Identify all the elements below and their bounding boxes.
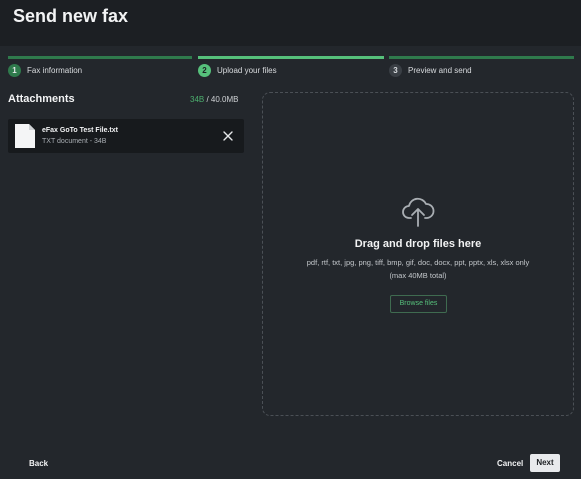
step-upload-files[interactable]: 2 Upload your files [198, 56, 384, 82]
remove-attachment-button[interactable] [220, 128, 236, 144]
dropzone-title: Drag and drop files here [354, 238, 482, 250]
size-used: 34B [190, 95, 205, 104]
size-limit: / 40.0MB [204, 95, 239, 104]
step-number: 3 [389, 64, 402, 77]
step-number: 1 [8, 64, 21, 77]
step-progress-bar [8, 56, 192, 59]
document-icon [15, 124, 35, 148]
step-progress-bar [389, 56, 574, 59]
attachments-size: 34B / 40.0MB [190, 95, 238, 104]
back-button[interactable]: Back [29, 459, 48, 468]
step-label: Upload your files [217, 66, 277, 75]
attachment-item: eFax GoTo Test File.txt TXT document - 3… [8, 119, 244, 153]
attachment-file-name: eFax GoTo Test File.txt [42, 127, 118, 134]
attachment-file-meta: TXT document - 34B [42, 138, 107, 145]
step-number: 2 [198, 64, 211, 77]
header: Send new fax [0, 0, 581, 46]
close-icon [223, 131, 233, 141]
step-fax-information[interactable]: 1 Fax information [8, 56, 192, 82]
browse-files-button[interactable]: Browse files [390, 295, 447, 313]
attachments-title: Attachments [8, 93, 75, 105]
step-label: Preview and send [408, 66, 472, 75]
step-progress-bar [198, 56, 384, 59]
file-dropzone[interactable]: Drag and drop files here pdf, rtf, txt, … [262, 92, 574, 416]
stepper: 1 Fax information 2 Upload your files 3 … [8, 56, 574, 82]
dropzone-file-types: pdf, rtf, txt, jpg, png, tiff, bmp, gif,… [306, 258, 530, 280]
cloud-upload-icon [402, 197, 435, 227]
step-preview-send[interactable]: 3 Preview and send [389, 56, 574, 82]
cancel-button[interactable]: Cancel [497, 459, 523, 468]
next-button[interactable]: Next [530, 454, 560, 472]
step-label: Fax information [27, 66, 83, 75]
page-title: Send new fax [13, 6, 129, 26]
